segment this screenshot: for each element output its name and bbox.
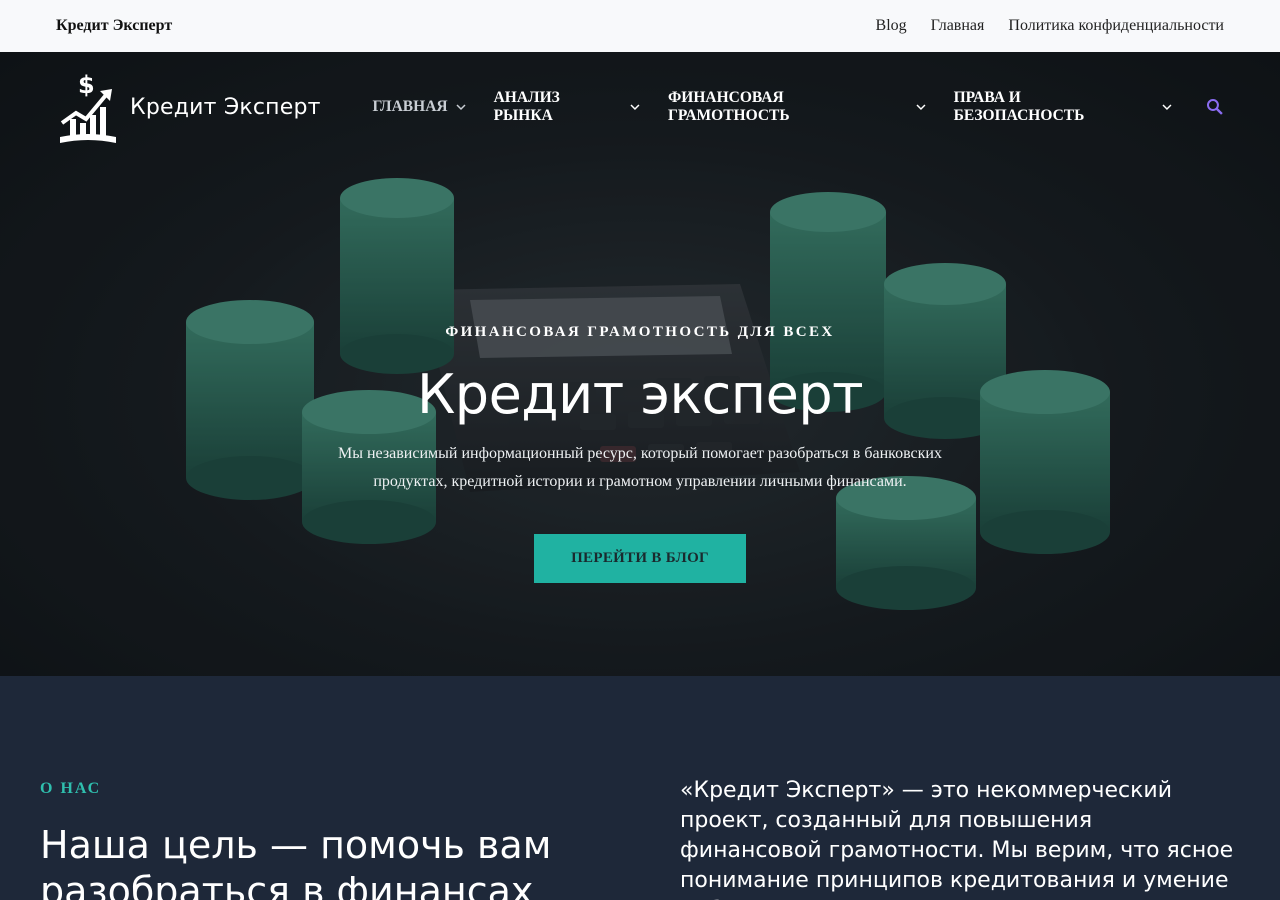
chevron-down-icon — [630, 104, 640, 111]
go-to-blog-button[interactable]: ПЕРЕЙТИ В БЛОГ — [534, 534, 746, 583]
menu-item-label: АНАЛИЗ РЫНКА — [493, 89, 560, 124]
menu-item-home[interactable]: ГЛАВНАЯ — [373, 98, 466, 116]
logo-chart-dollar-icon: $ — [60, 71, 116, 143]
menu-item-market-analysis[interactable]: АНАЛИЗ РЫНКА — [494, 89, 640, 125]
logo-text: Кредит Эксперт — [130, 94, 321, 120]
top-link-home[interactable]: Главная — [931, 17, 985, 35]
search-icon[interactable] — [1206, 98, 1224, 116]
chevron-down-icon — [456, 104, 466, 111]
hero-eyebrow: ФИНАНСОВАЯ ГРАМОТНОСТЬ ДЛЯ ВСЕХ — [445, 324, 835, 340]
site-logo[interactable]: $ Кредит Эксперт — [56, 67, 373, 147]
about-left-column: О НАС Наша цель — помочь вам разобраться… — [40, 780, 600, 900]
menu-item-label: ПРАВА И БЕЗОПАСНОСТЬ — [953, 89, 1085, 124]
top-bar-brand[interactable]: Кредит Эксперт — [56, 17, 172, 35]
chevron-down-icon — [916, 104, 926, 111]
top-link-blog[interactable]: Blog — [876, 17, 907, 35]
menu-item-label: ГЛАВНАЯ — [372, 98, 448, 115]
top-link-privacy[interactable]: Политика конфиденциальности — [1008, 17, 1224, 35]
top-bar: Кредит Эксперт Blog Главная Политика кон… — [0, 0, 1280, 52]
about-heading: Наша цель — помочь вам разобраться в фин… — [40, 823, 552, 900]
chevron-down-icon — [1162, 104, 1172, 111]
menu-item-financial-literacy[interactable]: ФИНАНСОВАЯ ГРАМОТНОСТЬ — [668, 89, 926, 125]
menu-item-label: ФИНАНСОВАЯ ГРАМОТНОСТЬ — [667, 89, 790, 124]
top-bar-nav: Blog Главная Политика конфиденциальности — [876, 17, 1224, 35]
hero-description: Мы независимый информационный ресурс, ко… — [337, 445, 942, 490]
svg-text:$: $ — [78, 71, 95, 99]
main-navigation: $ Кредит Эксперт ГЛАВНАЯ АНАЛИЗ РЫНКА ФИ… — [0, 52, 1280, 162]
about-paragraph: «Кредит Эксперт» — это некоммерческий пр… — [680, 778, 1234, 900]
hero-title: Кредит эксперт — [416, 363, 864, 426]
about-kicker: О НАС — [40, 780, 102, 797]
menu-item-rights-security[interactable]: ПРАВА И БЕЗОПАСНОСТЬ — [954, 89, 1173, 125]
hero-section: $ Кредит Эксперт ГЛАВНАЯ АНАЛИЗ РЫНКА ФИ… — [0, 52, 1280, 676]
about-section: О НАС Наша цель — помочь вам разобраться… — [0, 676, 1280, 900]
primary-menu: ГЛАВНАЯ АНАЛИЗ РЫНКА ФИНАНСОВАЯ ГРАМОТНО… — [373, 89, 1224, 125]
hero-content: ФИНАНСОВАЯ ГРАМОТНОСТЬ ДЛЯ ВСЕХ Кредит э… — [0, 324, 1280, 583]
